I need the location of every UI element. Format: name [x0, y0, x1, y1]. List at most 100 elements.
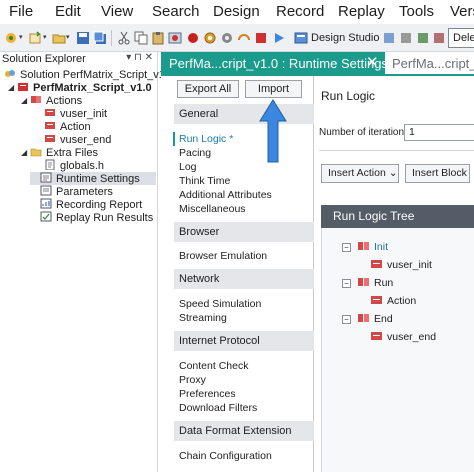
collapse-icon[interactable]: ◢ [21, 96, 30, 105]
tree-solution[interactable]: Solution PerfMatrix_Script_v1.0 [4, 68, 174, 81]
copy-icon[interactable] [134, 31, 148, 45]
collapse-icon[interactable]: ◢ [8, 83, 17, 92]
toolbar-dropdown[interactable]: Dele [448, 28, 474, 48]
collapse-icon[interactable]: ◢ [21, 148, 30, 157]
tab-runtime-settings[interactable]: PerfMa...cript_v1.0 : Runtime Settings* [161, 52, 385, 75]
menu-tools[interactable]: Tools [399, 3, 434, 20]
dropdown-icon[interactable]: ▾ [66, 33, 70, 41]
action-file-icon [371, 260, 382, 268]
nav-think-time[interactable]: Think Time [179, 175, 230, 187]
nav-browser-emulation[interactable]: Browser Emulation [179, 250, 267, 262]
panel-pin-controls[interactable]: ▾ ⊓ ✕ [126, 52, 153, 63]
menu-replay[interactable]: Replay [338, 3, 385, 20]
toolbar-icon[interactable] [399, 31, 413, 45]
tree-label: Replay Run Results [56, 212, 154, 224]
import-button[interactable]: Import [245, 80, 302, 98]
nav-content-check[interactable]: Content Check [179, 360, 248, 372]
header-file-icon [45, 159, 55, 170]
tree-label: PerfMatrix_Script_v1.0 [33, 82, 152, 94]
nav-speed-simulation[interactable]: Speed Simulation [179, 298, 261, 310]
design-studio-button[interactable]: Design Studio [311, 32, 380, 44]
menu-search[interactable]: Search [152, 3, 200, 20]
design-studio-icon[interactable] [294, 31, 308, 45]
tree-script[interactable]: ◢ PerfMatrix_Script_v1.0 [8, 81, 152, 94]
record-icon[interactable] [168, 31, 182, 45]
tree-recording-report[interactable]: Recording Report [40, 198, 142, 211]
dropdown-icon[interactable]: ▾ [19, 33, 23, 41]
cut-icon[interactable] [117, 31, 131, 45]
save-icon[interactable] [76, 31, 90, 45]
iterations-input[interactable]: 1 [404, 124, 474, 141]
nav-run-logic[interactable]: Run Logic * [179, 133, 233, 145]
toolbar-icon[interactable] [432, 31, 446, 45]
settings-icon[interactable] [220, 31, 234, 45]
run-gear-icon[interactable] [203, 31, 217, 45]
collapse-icon[interactable]: − [342, 243, 351, 252]
open-folder-icon[interactable] [52, 31, 66, 45]
solution-icon [5, 70, 15, 77]
action-file-icon [45, 109, 55, 116]
node-vuser-end[interactable]: vuser_end [370, 331, 436, 343]
replay-icon[interactable] [237, 31, 251, 45]
record-dot-icon[interactable] [186, 31, 200, 45]
menu-record[interactable]: Record [276, 3, 324, 20]
tree-actions[interactable]: ◢ Actions [21, 94, 82, 107]
tree-label: vuser_end [60, 134, 112, 146]
add-icon[interactable] [28, 31, 42, 45]
toolbar: ▾ ▾ ▾ Design Studio Dele [0, 24, 474, 52]
nav-streaming[interactable]: Streaming [179, 312, 227, 324]
tree-action[interactable]: Action [44, 120, 91, 133]
toolbar-icon[interactable] [382, 31, 396, 45]
menu-edit[interactable]: Edit [55, 3, 81, 20]
new-solution-icon[interactable] [4, 31, 18, 45]
nav-pacing[interactable]: Pacing [179, 147, 211, 159]
tree-vuser-end[interactable]: vuser_end [44, 133, 111, 146]
tree-label: Runtime Settings [56, 173, 140, 185]
node-init[interactable]: − Init [342, 241, 388, 253]
nav-proxy[interactable]: Proxy [179, 374, 206, 386]
close-icon[interactable]: ✕ [366, 53, 379, 71]
tree-extra-files[interactable]: ◢ Extra Files [21, 146, 98, 159]
block-icon [358, 314, 369, 322]
export-all-button[interactable]: Export All [177, 80, 239, 98]
node-action[interactable]: Action [370, 295, 416, 307]
tab-script[interactable]: PerfMa...cript_v1.0 [388, 52, 474, 75]
save-all-icon[interactable] [93, 31, 107, 45]
node-end[interactable]: − End [342, 313, 393, 325]
section-data-format-extension: Data Format Extension [174, 421, 314, 441]
menu-view[interactable]: View [101, 3, 133, 20]
menu-file[interactable]: File [9, 3, 33, 20]
play-icon[interactable] [272, 31, 286, 45]
node-run[interactable]: − Run [342, 277, 393, 289]
stop-icon[interactable] [254, 31, 268, 45]
paste-icon[interactable] [151, 31, 165, 45]
tree-parameters[interactable]: Parameters [40, 185, 113, 198]
collapse-icon[interactable]: − [342, 315, 351, 324]
nav-chain-configuration[interactable]: Chain Configuration [179, 450, 272, 462]
nav-preferences[interactable]: Preferences [179, 388, 236, 400]
tree-label: Parameters [56, 186, 113, 198]
toolbar-icon[interactable] [416, 31, 430, 45]
tree-globals[interactable]: globals.h [44, 159, 104, 172]
tree-label: Extra Files [46, 147, 98, 159]
report-icon [40, 198, 52, 209]
divider [319, 150, 474, 151]
folder-icon [30, 148, 42, 157]
node-label: Action [387, 295, 417, 307]
nav-additional-attributes[interactable]: Additional Attributes [179, 189, 272, 201]
iterations-label: Number of iterations [319, 127, 410, 138]
insert-block-button[interactable]: Insert Block [405, 164, 470, 183]
nav-miscellaneous[interactable]: Miscellaneous [179, 203, 246, 215]
nav-download-filters[interactable]: Download Filters [179, 402, 257, 414]
insert-action-button[interactable]: Insert Action ⌄ [321, 164, 399, 183]
menu-design[interactable]: Design [213, 3, 260, 20]
tree-runtime-settings[interactable]: Runtime Settings [30, 172, 156, 185]
tree-replay-results[interactable]: Replay Run Results [40, 211, 153, 224]
tree-vuser-init[interactable]: vuser_init [44, 107, 107, 120]
menu-version[interactable]: Vers [450, 3, 474, 20]
dropdown-icon[interactable]: ▾ [43, 33, 47, 41]
nav-log[interactable]: Log [179, 161, 197, 173]
tree-label: Solution PerfMatrix_Script_v1.0 [20, 69, 175, 81]
node-vuser-init[interactable]: vuser_init [370, 259, 432, 271]
collapse-icon[interactable]: − [342, 279, 351, 288]
